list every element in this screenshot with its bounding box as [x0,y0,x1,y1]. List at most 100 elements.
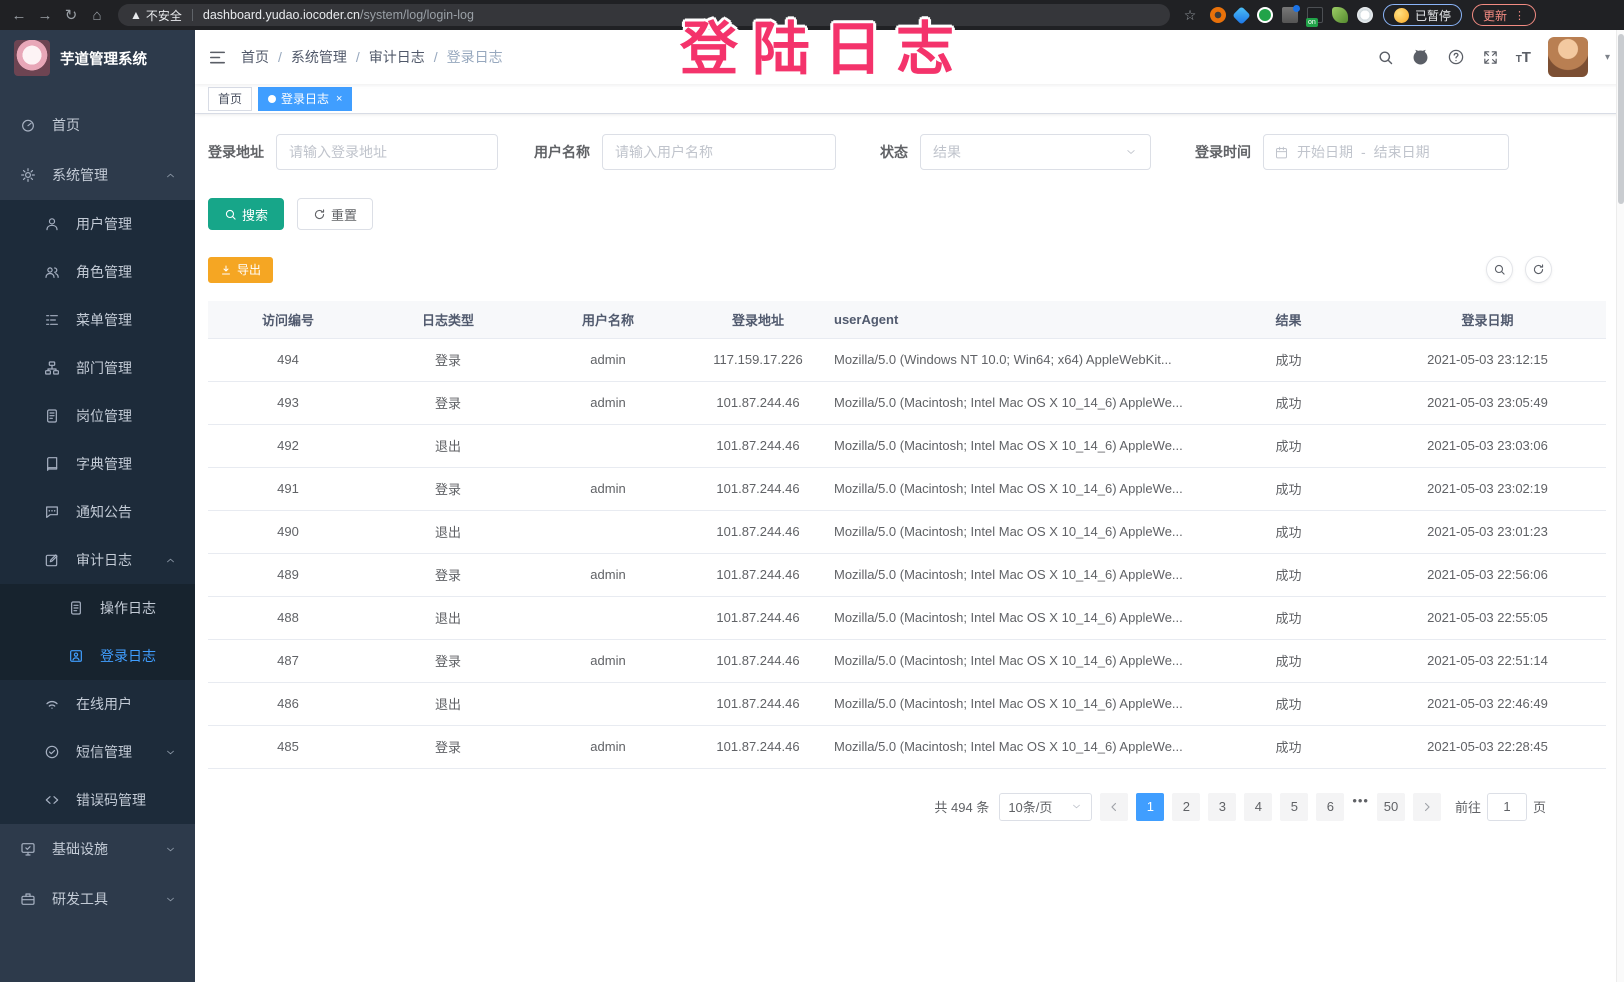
cell-9-0: 485 [208,725,368,768]
github-icon[interactable] [1411,48,1430,67]
header-search-icon[interactable] [1377,49,1394,66]
sidebar-item-5[interactable]: 部门管理 [0,344,195,392]
sidebar-item-10[interactable]: 操作日志 [0,584,195,632]
extension-pinwheel-icon[interactable] [1357,7,1373,23]
extension-orange-icon[interactable] [1210,7,1226,23]
cell-6-1: 退出 [368,596,528,639]
page-button-1[interactable]: 1 [1136,793,1164,821]
hamburger-icon[interactable] [195,48,241,67]
tag-close-icon[interactable]: × [336,93,342,105]
refresh-table-button[interactable] [1525,256,1552,283]
font-size-icon[interactable]: TT [1516,49,1531,66]
sidebar-item-label: 系统管理 [52,165,108,185]
user-avatar[interactable] [1548,37,1588,77]
prev-page-button[interactable] [1100,793,1128,821]
page-size-select[interactable]: 10条/页 [999,793,1092,821]
scrollbar-thumb[interactable] [1618,34,1624,204]
page-button-6[interactable]: 6 [1316,793,1344,821]
extension-list-icon[interactable]: on [1307,7,1323,23]
breadcrumb-item-1[interactable]: 系统管理 [291,47,347,67]
page-scrollbar[interactable] [1616,30,1624,982]
goto-page-input[interactable] [1487,793,1527,821]
sidebar-item-8[interactable]: 通知公告 [0,488,195,536]
cell-7-0: 487 [208,639,368,682]
cell-7-6: 2021-05-03 22:51:14 [1369,639,1606,682]
sidebar-item-label: 在线用户 [76,694,132,714]
cell-1-5: 成功 [1208,381,1369,424]
cell-3-0: 491 [208,467,368,510]
pages-ellipsis[interactable]: ••• [1352,793,1369,821]
sidebar-item-1[interactable]: 系统管理 [0,150,195,200]
sidebar-item-4[interactable]: 菜单管理 [0,296,195,344]
breadcrumb-item-0[interactable]: 首页 [241,47,269,67]
browser-forward-icon[interactable]: → [32,7,58,24]
bookmark-star-icon[interactable]: ☆ [1180,7,1200,24]
column-header-5: 结果 [1208,301,1369,338]
avatar-caret-icon[interactable]: ▾ [1605,52,1610,63]
sidebar-item-11[interactable]: 登录日志 [0,632,195,680]
profile-paused-pill[interactable]: 已暂停 [1383,4,1462,26]
sidebar-item-13[interactable]: 短信管理 [0,728,195,776]
export-button[interactable]: 导出 [208,257,273,283]
status-select[interactable]: 结果 [920,134,1151,170]
sidebar-item-16[interactable]: 研发工具 [0,874,195,924]
sidebar-logo-row[interactable]: 芋道管理系统 [0,30,195,86]
page-button-2[interactable]: 2 [1172,793,1200,821]
security-warning[interactable]: ▲ 不安全 [130,7,182,24]
sidebar-item-2[interactable]: 用户管理 [0,200,195,248]
browser-home-icon[interactable]: ⌂ [84,7,110,24]
help-icon[interactable] [1447,48,1465,66]
tag-1[interactable]: 登录日志× [258,87,352,111]
sidebar-item-14[interactable]: 错误码管理 [0,776,195,824]
toggle-search-button[interactable] [1486,256,1513,283]
sidebar-item-6[interactable]: 岗位管理 [0,392,195,440]
browser-back-icon[interactable]: ← [6,7,32,24]
extension-grid-icon[interactable] [1282,7,1298,23]
cell-3-1: 登录 [368,467,528,510]
page-button-4[interactable]: 4 [1244,793,1272,821]
login-log-table: 访问编号日志类型用户名称登录地址userAgent结果登录日期 494登录adm… [208,301,1606,769]
end-date-placeholder[interactable]: 结束日期 [1374,142,1430,162]
breadcrumb-item-3: 登录日志 [447,47,503,67]
sidebar-item-0[interactable]: 首页 [0,100,195,150]
username-input[interactable] [602,134,836,170]
breadcrumb-item-2[interactable]: 审计日志 [369,47,425,67]
extension-diamond-icon[interactable] [1232,6,1250,24]
cell-5-4: Mozilla/5.0 (Macintosh; Intel Mac OS X 1… [828,553,1208,596]
browser-reload-icon[interactable]: ↻ [58,6,84,24]
address-input[interactable] [276,134,498,170]
sidebar-item-7[interactable]: 字典管理 [0,440,195,488]
sidebar-item-3[interactable]: 角色管理 [0,248,195,296]
sidebar: 芋道管理系统 首页系统管理用户管理角色管理菜单管理部门管理岗位管理字典管理通知公… [0,30,195,982]
reset-button[interactable]: 重置 [297,198,373,230]
tag-0[interactable]: 首页 [208,87,252,111]
page-button-50[interactable]: 50 [1377,793,1405,821]
cell-6-4: Mozilla/5.0 (Macintosh; Intel Mac OS X 1… [828,596,1208,639]
next-page-button[interactable] [1413,793,1441,821]
start-date-placeholder[interactable]: 开始日期 [1297,142,1353,162]
chevron-down-icon [164,893,177,906]
sidebar-item-9[interactable]: 审计日志 [0,536,195,584]
app-window: 芋道管理系统 首页系统管理用户管理角色管理菜单管理部门管理岗位管理字典管理通知公… [0,30,1624,982]
sidebar-item-12[interactable]: 在线用户 [0,680,195,728]
extension-leaf-icon[interactable] [1332,7,1348,23]
main-area: 首页/系统管理/审计日志/登录日志 TT ▾ 首页登录日志× 登录地址 用户名称… [195,30,1624,982]
browser-update-button[interactable]: 更新 ⋮ [1472,4,1536,26]
fullscreen-icon[interactable] [1482,49,1499,66]
column-header-3: 登录地址 [688,301,828,338]
browser-menu-icon[interactable]: ⋮ [1514,9,1525,22]
address-bar[interactable]: ▲ 不安全 dashboard.yudao.iocoder.cn/system/… [118,4,1170,26]
date-range-picker[interactable]: 开始日期 - 结束日期 [1263,134,1509,170]
cell-2-5: 成功 [1208,424,1369,467]
search-button[interactable]: 搜索 [208,198,284,230]
goto-suffix: 页 [1533,797,1546,816]
page-button-5[interactable]: 5 [1280,793,1308,821]
page-button-3[interactable]: 3 [1208,793,1236,821]
extension-green-icon[interactable] [1257,7,1273,23]
column-header-6: 登录日期 [1369,301,1606,338]
cell-1-6: 2021-05-03 23:05:49 [1369,381,1606,424]
sidebar-item-label: 登录日志 [100,646,156,666]
cell-4-2 [528,510,688,553]
filter-buttons: 搜索 重置 [208,198,1614,230]
sidebar-item-15[interactable]: 基础设施 [0,824,195,874]
